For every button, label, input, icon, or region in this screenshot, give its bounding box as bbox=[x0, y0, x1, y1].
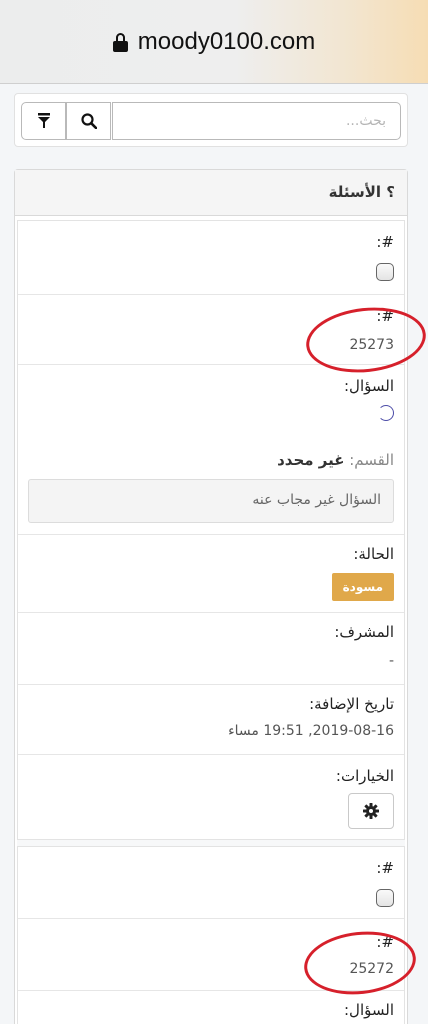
questions-panel: ؟ الأسئلة #: #: 25273 السؤال: القسم: غير… bbox=[14, 169, 408, 1024]
category-line: القسم: غير محدد bbox=[277, 451, 394, 469]
supervisor-value: - bbox=[388, 653, 394, 669]
status-badge: مسودة bbox=[331, 573, 394, 601]
options-label: الخيارات: bbox=[335, 767, 394, 785]
row-checkbox[interactable] bbox=[376, 263, 394, 281]
date-label: تاريخ الإضافة: bbox=[309, 695, 394, 713]
row-status: الحالة: مسودة bbox=[18, 535, 404, 613]
date-value: 2019-08-16, 19:51 مساء bbox=[228, 723, 394, 739]
row-supervisor: المشرف: - bbox=[18, 613, 404, 685]
filter-button[interactable] bbox=[21, 102, 66, 140]
search-icon bbox=[80, 113, 97, 129]
unanswered-note: السؤال غير مجاب عنه bbox=[28, 479, 394, 523]
url-display[interactable]: moody0100.com bbox=[0, 28, 428, 56]
row-options: الخيارات: bbox=[18, 755, 404, 839]
row-question: السؤال: bbox=[18, 991, 404, 1024]
search-input[interactable] bbox=[112, 102, 401, 140]
supervisor-label: المشرف: bbox=[334, 623, 394, 641]
options-button[interactable] bbox=[348, 793, 394, 829]
panel-title: ؟ الأسئلة bbox=[15, 170, 407, 216]
row-question: السؤال: القسم: غير محدد السؤال غير مجاب … bbox=[18, 365, 404, 535]
status-label: الحالة: bbox=[353, 545, 394, 563]
row-date: تاريخ الإضافة: 2019-08-16, 19:51 مساء bbox=[18, 685, 404, 755]
search-button[interactable] bbox=[66, 102, 111, 140]
loading-icon bbox=[378, 405, 394, 421]
search-bar bbox=[14, 93, 408, 147]
url-text: moody0100.com bbox=[137, 28, 316, 55]
question-label: السؤال: bbox=[344, 377, 394, 395]
row-checkbox[interactable] bbox=[376, 889, 394, 907]
question-label: السؤال: bbox=[344, 1001, 394, 1019]
category-label: القسم: bbox=[349, 451, 394, 469]
row-select: #: bbox=[18, 221, 404, 295]
filter-icon bbox=[37, 113, 50, 128]
browser-url-bar[interactable]: moody0100.com bbox=[0, 0, 428, 84]
id-label: #: bbox=[376, 859, 394, 877]
category-value: غير محدد bbox=[277, 451, 345, 469]
lock-icon bbox=[112, 33, 128, 52]
id-label: #: bbox=[376, 233, 394, 251]
gear-icon bbox=[363, 803, 379, 819]
row-select: #: bbox=[18, 847, 404, 919]
